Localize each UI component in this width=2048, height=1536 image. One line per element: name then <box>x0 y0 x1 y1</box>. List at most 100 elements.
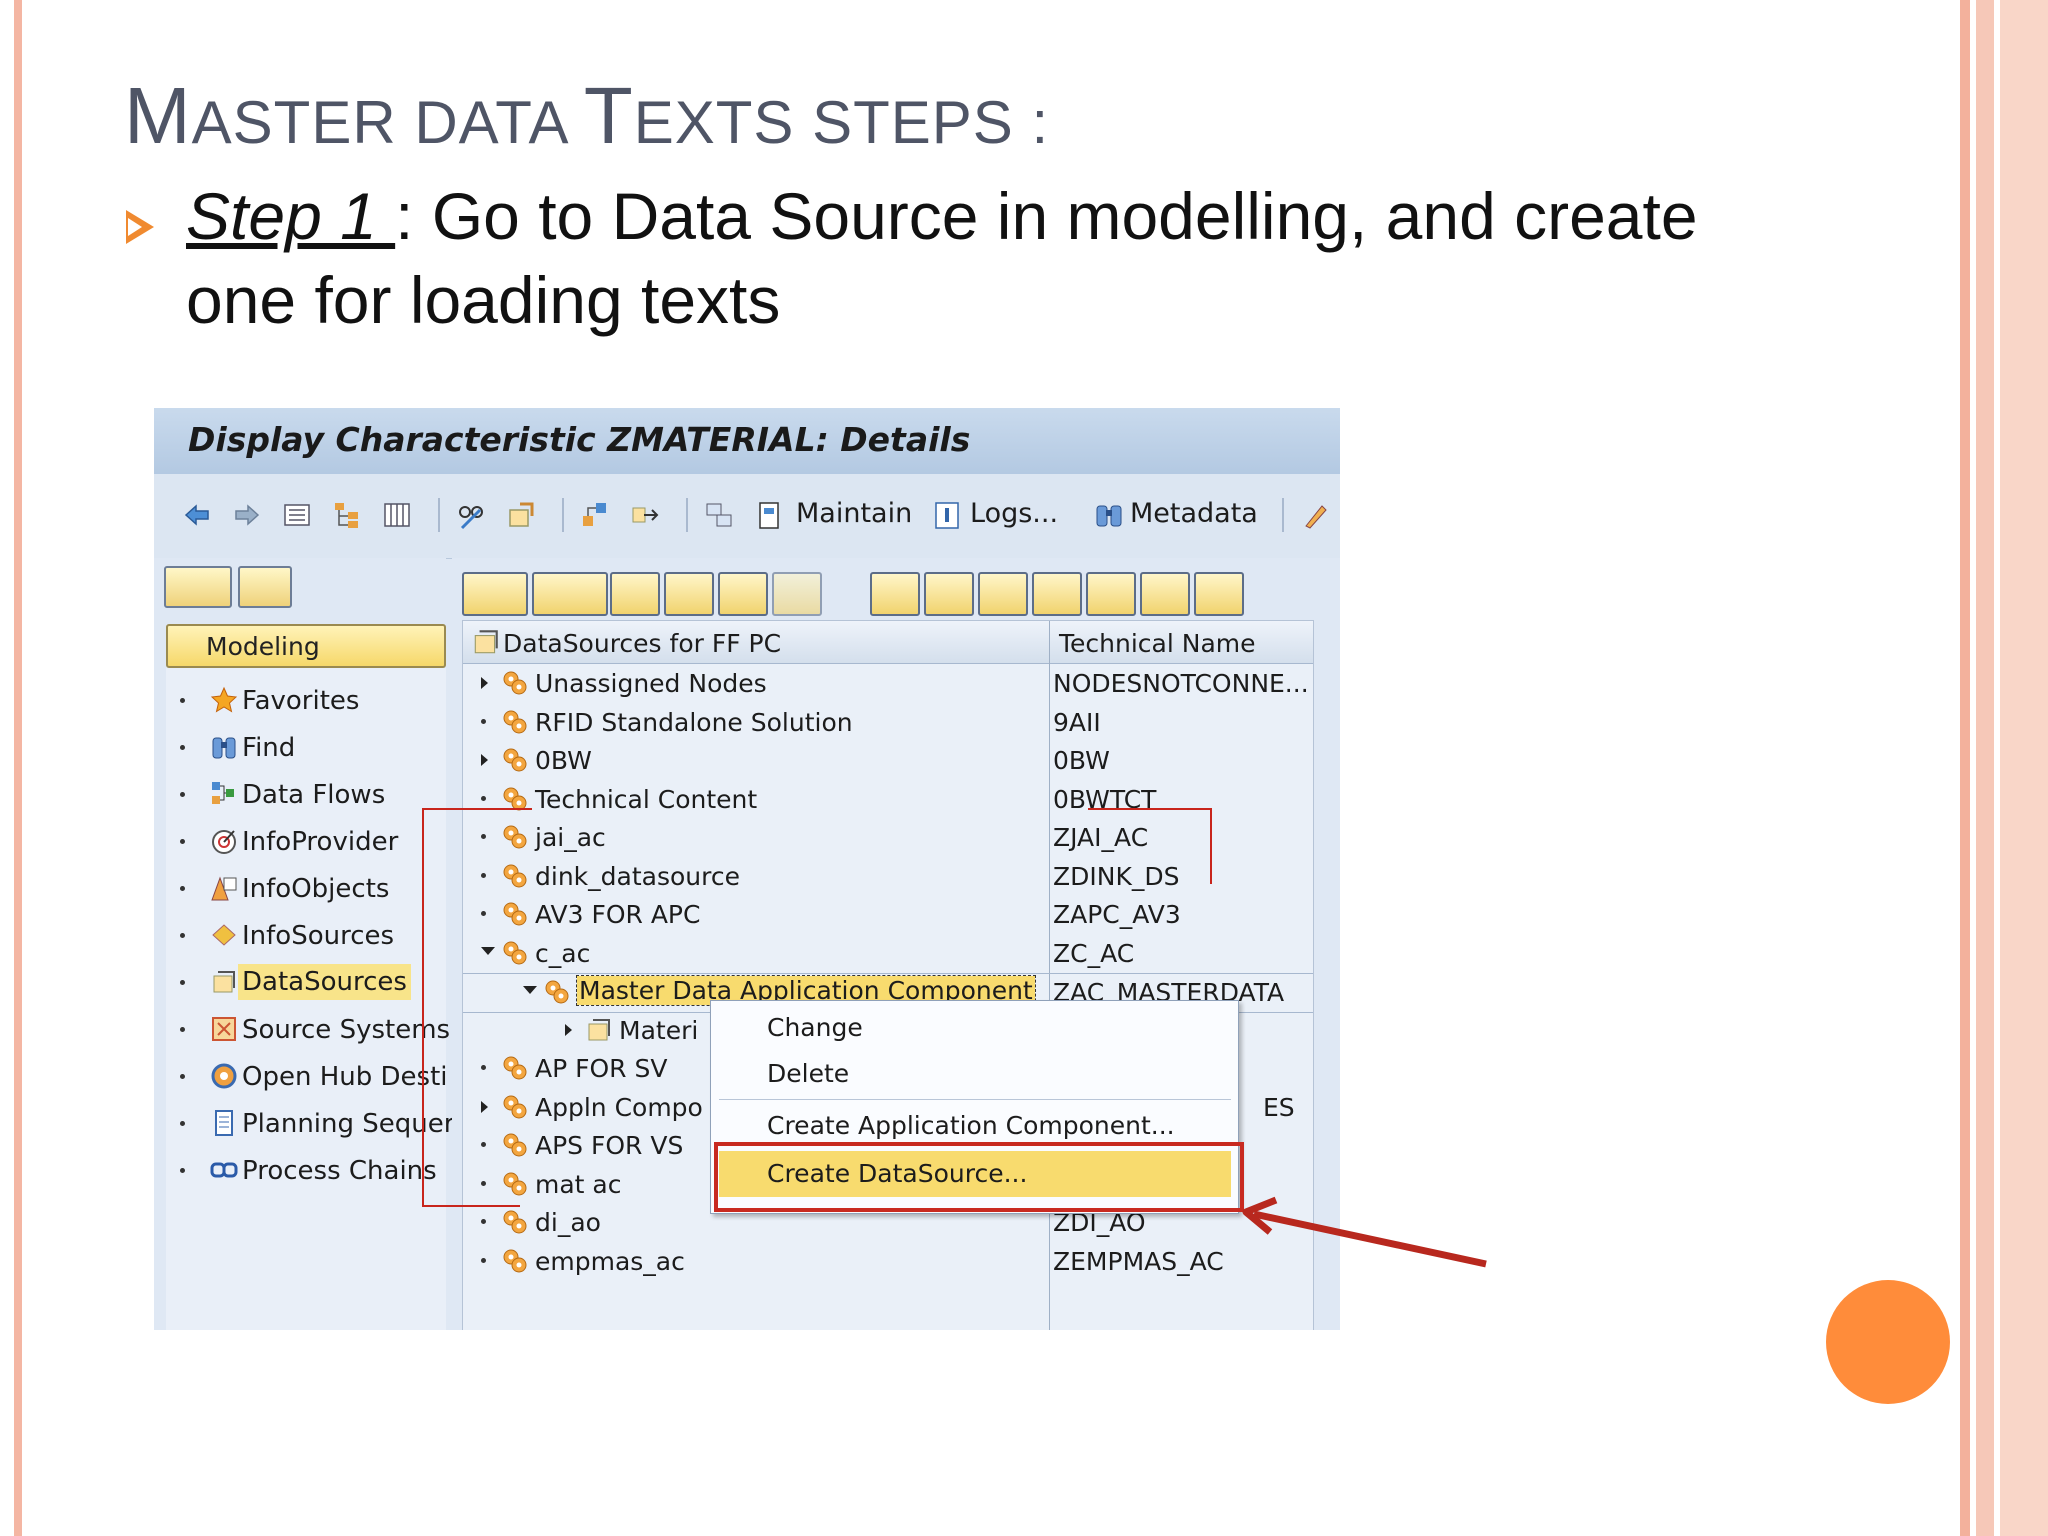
tree-tool-folder[interactable] <box>978 572 1028 616</box>
nav-item-find[interactable]: Find <box>168 727 444 767</box>
tree-row[interactable]: empmas_ac ZEMPMAS_AC <box>463 1243 1313 1281</box>
infoprovider-icon <box>212 830 236 854</box>
nav-item-open-hub[interactable]: Open Hub Desti <box>168 1056 448 1096</box>
tree-row-name: APS FOR VS <box>535 1131 684 1160</box>
logs-icon[interactable] <box>932 500 962 530</box>
tree-tool-collapse[interactable] <box>664 572 714 616</box>
tree-tool-favorite[interactable] <box>870 572 920 616</box>
maintain-button[interactable]: Maintain <box>796 498 912 529</box>
expand-toggle-icon[interactable] <box>523 986 537 994</box>
tree-tool-close[interactable] <box>1194 572 1244 616</box>
forward-icon[interactable] <box>232 500 262 530</box>
tree-tool-source-system[interactable] <box>462 572 528 616</box>
dataflow-icon <box>212 782 234 804</box>
nav-item-datasources[interactable]: DataSources <box>168 962 444 1002</box>
expand-toggle-icon[interactable] <box>565 1023 572 1036</box>
datasource-icon <box>588 1018 610 1040</box>
menu-item-delete[interactable]: Delete <box>767 1059 849 1088</box>
annotation-line <box>422 808 532 810</box>
close-pane-button[interactable] <box>238 566 292 608</box>
pen-icon[interactable] <box>1300 500 1330 530</box>
expand-toggle-icon[interactable] <box>481 946 495 955</box>
tree-row-technical-name: ZJAI_AC <box>1053 823 1149 852</box>
nav-item-infoprovider[interactable]: InfoProvider <box>168 821 444 861</box>
transfer-icon[interactable] <box>630 500 660 530</box>
tree-row[interactable]: RFID Standalone Solution 9AII <box>463 704 1313 742</box>
tree-row-name: c_ac <box>535 938 591 968</box>
tree-row-name: empmas_ac <box>535 1246 685 1276</box>
tree-row-name: RFID Standalone Solution <box>535 707 853 737</box>
structure-icon[interactable] <box>580 500 610 530</box>
tree-row[interactable]: c_ac ZC_AC <box>463 935 1313 973</box>
title-part-1: ASTER DATA <box>191 89 584 156</box>
tree-row[interactable]: 0BW 0BW <box>463 742 1313 780</box>
application-component-icon <box>503 864 527 887</box>
tree-row-technical-name: ES <box>1263 1092 1295 1122</box>
expand-toggle-icon[interactable] <box>481 677 488 689</box>
metadata-button[interactable]: Metadata <box>1130 498 1258 529</box>
tree-row[interactable]: Unassigned Nodes NODESNOTCONNE... <box>463 665 1313 703</box>
tree-tool-find[interactable] <box>718 572 768 616</box>
nav-item-favorites[interactable]: Favorites <box>168 680 444 720</box>
menu-item-change[interactable]: Change <box>767 1013 863 1042</box>
back-icon[interactable] <box>182 500 212 530</box>
tree-row[interactable]: jai_ac ZJAI_AC <box>463 819 1313 857</box>
nav-item-infoobjects[interactable]: InfoObjects <box>168 868 444 908</box>
activate-icon[interactable] <box>506 500 536 530</box>
column-header-name[interactable]: DataSources for FF PC <box>503 629 781 658</box>
leaf-bullet <box>481 1180 486 1186</box>
list-icon[interactable] <box>282 500 312 530</box>
nav-item-planning-sequence[interactable]: Planning Sequer <box>168 1103 454 1143</box>
maintain-icon[interactable] <box>754 500 784 530</box>
nav-item-process-chains[interactable]: Process Chains <box>168 1150 444 1190</box>
tree-row-name: 0BW <box>535 746 592 775</box>
tree-row[interactable]: dink_datasource ZDINK_DS <box>463 858 1313 896</box>
hierarchy-icon[interactable] <box>332 500 362 530</box>
nav-label: DataSources <box>238 964 411 1000</box>
expand-toggle-icon[interactable] <box>481 754 488 766</box>
leaf-bullet <box>481 872 486 878</box>
leaf-bullet <box>481 1219 486 1224</box>
tree-tool-stack[interactable] <box>1140 572 1190 616</box>
tree-row-technical-name: NODESNOTCONNE... <box>1053 669 1309 698</box>
application-component-icon <box>545 980 569 1004</box>
tree-tool-expand[interactable] <box>610 572 660 616</box>
expand-toggle-icon[interactable] <box>481 1100 488 1113</box>
tree-tool-info[interactable] <box>1032 572 1082 616</box>
datasource-icon <box>474 630 498 654</box>
application-component-icon <box>503 1133 527 1157</box>
nav-label: InfoProvider <box>242 827 399 857</box>
step-label: Step 1 <box>186 179 396 253</box>
nav-item-source-systems[interactable]: Source Systems <box>168 1009 450 1049</box>
datasource-tree: DataSources for FF PC Technical Name Una… <box>462 620 1314 1330</box>
annotation-line <box>422 1205 520 1207</box>
modeling-menu-button[interactable] <box>164 566 232 608</box>
application-component-icon <box>503 941 527 964</box>
nav-item-infosources[interactable]: InfoSources <box>168 915 444 955</box>
modeling-header[interactable]: Modeling <box>166 624 446 668</box>
annotation-arrow-icon <box>1242 1196 1487 1268</box>
tree-row[interactable]: AV3 FOR APC ZAPC_AV3 <box>463 896 1313 934</box>
tree-tool-display[interactable] <box>924 572 974 616</box>
logs-button[interactable]: Logs... <box>970 498 1058 529</box>
nav-label: Source Systems <box>242 1015 451 1045</box>
edit-glasses-icon[interactable] <box>456 500 486 530</box>
tree-header: DataSources for FF PC Technical Name <box>463 621 1313 664</box>
tree-tool-refresh[interactable] <box>532 572 608 616</box>
network-icon[interactable] <box>704 500 734 530</box>
bullet-arrow-icon <box>126 210 154 244</box>
infoobject-icon <box>211 876 237 901</box>
tree-tool-jump[interactable] <box>1086 572 1136 616</box>
columns-icon[interactable] <box>382 500 412 530</box>
step-text: : Go to Data Source in modelling, and cr… <box>395 179 1698 253</box>
application-component-icon <box>503 671 527 695</box>
tree-row[interactable]: Technical Content 0BWTCT <box>463 781 1313 819</box>
metadata-icon[interactable] <box>1094 500 1124 530</box>
nav-item-data-flows[interactable]: Data Flows <box>168 774 444 814</box>
tree-row-name: dink_datasource <box>535 861 740 891</box>
menu-item-create-application-component[interactable]: Create Application Component... <box>767 1111 1175 1140</box>
tree-row-name: di_ao <box>535 1208 601 1237</box>
tree-tool-find-next[interactable] <box>772 572 822 616</box>
datasource-tree-pane: DataSources for FF PC Technical Name Una… <box>452 558 1340 1330</box>
column-header-technical-name[interactable]: Technical Name <box>1059 629 1256 658</box>
